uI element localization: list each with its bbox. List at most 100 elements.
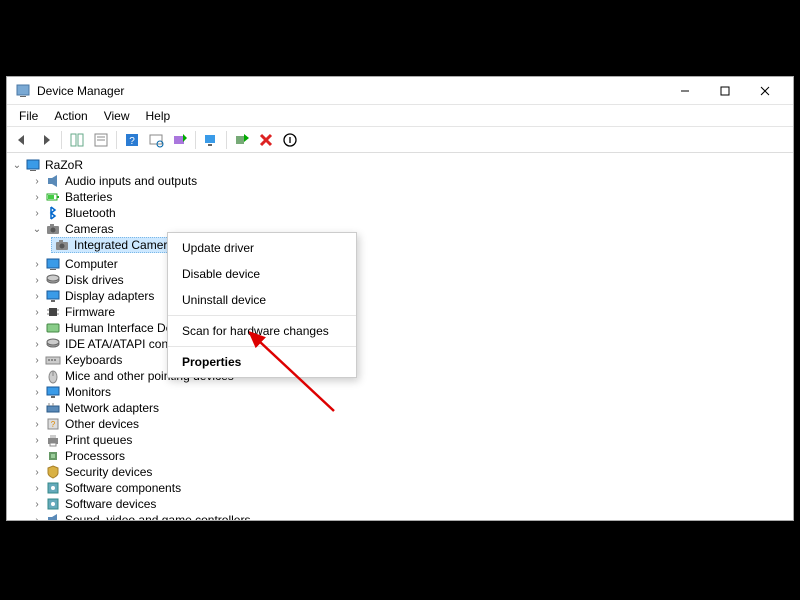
expander-icon[interactable]: › [31, 386, 43, 398]
toolbar-separator [195, 131, 196, 149]
tree-node[interactable]: › Batteries [7, 189, 793, 205]
app-icon [15, 83, 31, 99]
expander-icon[interactable]: › [31, 175, 43, 187]
tree-node[interactable]: › Software components [7, 480, 793, 496]
tree-node[interactable]: ›Processors [7, 448, 793, 464]
tree-node[interactable]: ›Print queues [7, 432, 793, 448]
tree-node[interactable]: › Software devices [7, 496, 793, 512]
tree-node[interactable]: › Bluetooth [7, 205, 793, 221]
update-driver-icon[interactable] [169, 129, 191, 151]
tree-node[interactable]: ›Sound, video and game controllers [7, 512, 793, 520]
expander-icon[interactable]: › [31, 514, 43, 520]
keyboard-icon [45, 352, 61, 368]
tree-node[interactable]: ›Firmware [7, 304, 793, 320]
tree-node-label: Software devices [65, 497, 156, 511]
expander-icon[interactable]: › [31, 482, 43, 494]
expander-icon[interactable]: › [31, 258, 43, 270]
scan-hardware-button[interactable] [145, 129, 167, 151]
minimize-button[interactable] [665, 77, 705, 105]
tree-node[interactable]: ›Disk drives [7, 272, 793, 288]
context-menu-item[interactable]: Uninstall device [168, 287, 356, 313]
tree-node[interactable]: ›?Other devices [7, 416, 793, 432]
tree-node[interactable]: › Display adapters [7, 288, 793, 304]
help-button[interactable]: ? [121, 129, 143, 151]
add-legacy-button[interactable] [231, 129, 253, 151]
tree-node-label: Software components [65, 481, 181, 495]
expander-icon[interactable]: › [31, 466, 43, 478]
tree-node-selected[interactable]: Integrated Camera [51, 237, 177, 253]
expander-icon[interactable]: › [31, 191, 43, 203]
expander-icon[interactable]: › [31, 290, 43, 302]
svg-text:?: ? [51, 420, 56, 429]
expander-icon[interactable]: › [31, 338, 43, 350]
context-menu-separator [168, 315, 356, 316]
expander-icon[interactable]: › [31, 418, 43, 430]
tree-node[interactable]: ›Mice and other pointing devices [7, 368, 793, 384]
menu-view[interactable]: View [96, 107, 138, 125]
expander-icon[interactable]: › [31, 274, 43, 286]
cpu-icon [45, 448, 61, 464]
properties-button[interactable] [90, 129, 112, 151]
expander-icon[interactable]: › [31, 370, 43, 382]
context-menu-item[interactable]: Disable device [168, 261, 356, 287]
tree-node[interactable]: ›Audio inputs and outputs [7, 173, 793, 189]
tree-node-label: Display adapters [65, 289, 154, 303]
expander-icon[interactable]: › [31, 354, 43, 366]
tree-node-label: RaZoR [45, 158, 83, 172]
tree-node[interactable]: ›Network adapters [7, 400, 793, 416]
back-button[interactable] [11, 129, 33, 151]
toolbar-separator [61, 131, 62, 149]
tree-node[interactable]: ⌄Cameras [7, 221, 793, 237]
tree-node-label: Integrated Camera [74, 238, 174, 252]
toolbar: ? [7, 127, 793, 153]
hid-icon [45, 320, 61, 336]
forward-button[interactable] [35, 129, 57, 151]
speaker-icon [45, 512, 61, 520]
close-button[interactable] [745, 77, 785, 105]
tree-node-label: Batteries [65, 190, 112, 204]
expander-icon[interactable]: ⌄ [11, 159, 23, 171]
toolbar-separator [116, 131, 117, 149]
expander-icon[interactable]: › [31, 322, 43, 334]
tree-node[interactable]: ›Monitors [7, 384, 793, 400]
expander-icon[interactable]: › [31, 306, 43, 318]
expander-icon[interactable]: ⌄ [31, 223, 43, 235]
uninstall-device-button[interactable] [255, 129, 277, 151]
tree-root[interactable]: ⌄ RaZoR [7, 157, 793, 173]
security-icon [45, 464, 61, 480]
tree-node-label: Bluetooth [65, 206, 116, 220]
enable-device-button[interactable] [200, 129, 222, 151]
svg-text:?: ? [129, 136, 135, 147]
bluetooth-icon [45, 205, 61, 221]
component-icon [45, 480, 61, 496]
tree-node[interactable]: › Security devices [7, 464, 793, 480]
menu-file[interactable]: File [11, 107, 46, 125]
disk-icon [45, 272, 61, 288]
device-tree[interactable]: ⌄RaZoR›Audio inputs and outputs›Batterie… [7, 153, 793, 520]
show-hide-console-button[interactable] [66, 129, 88, 151]
chip-icon [45, 304, 61, 320]
tree-node-label: Security devices [65, 465, 152, 479]
expander-icon[interactable]: › [31, 207, 43, 219]
tree-node[interactable]: ›Human Interface Devi [7, 320, 793, 336]
maximize-button[interactable] [705, 77, 745, 105]
tree-node[interactable]: ›IDE ATA/ATAPI controll [7, 336, 793, 352]
tree-node[interactable]: ›Keyboards [7, 352, 793, 368]
menu-help[interactable]: Help [138, 107, 179, 125]
context-menu-item[interactable]: Properties [168, 349, 356, 375]
toolbar-separator [226, 131, 227, 149]
disable-device-button[interactable] [279, 129, 301, 151]
speaker-icon [45, 173, 61, 189]
menu-action[interactable]: Action [46, 107, 95, 125]
expander-icon[interactable]: › [31, 450, 43, 462]
context-menu-item[interactable]: Update driver [168, 235, 356, 261]
context-menu-item[interactable]: Scan for hardware changes [168, 318, 356, 344]
tree-node[interactable]: ›Computer [7, 256, 793, 272]
expander-icon[interactable]: › [31, 498, 43, 510]
monitor-icon [45, 288, 61, 304]
mouse-icon [45, 368, 61, 384]
expander-icon[interactable]: › [31, 434, 43, 446]
expander-icon[interactable]: › [31, 402, 43, 414]
window-title: Device Manager [37, 84, 665, 98]
camera-icon [54, 237, 70, 253]
